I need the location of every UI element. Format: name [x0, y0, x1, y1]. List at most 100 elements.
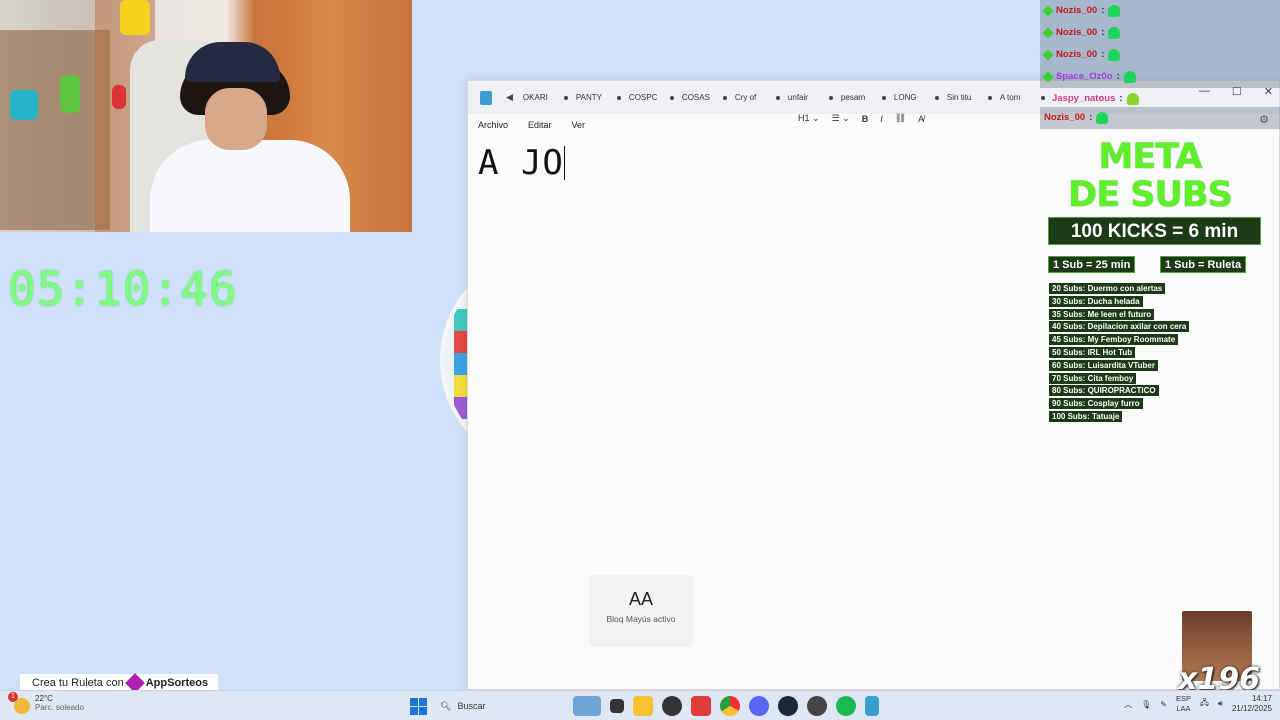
bold-icon[interactable]: B [862, 114, 869, 124]
tab-item[interactable]: pesarn [841, 93, 894, 102]
text-editor[interactable]: A JO [478, 143, 565, 183]
start-button[interactable] [410, 697, 427, 715]
menu-archivo[interactable]: Archivo [478, 120, 508, 130]
chat-separator: : [1089, 112, 1093, 124]
lang-top: ESP [1175, 694, 1191, 703]
clock[interactable]: 14:17 21/12/2025 [1232, 694, 1272, 714]
lang-bottom: LAA [1176, 704, 1191, 713]
clear-format-icon[interactable]: A̸ [918, 114, 924, 124]
weather-temp: 22°C [35, 694, 53, 703]
caps-lock-indicator: AA Bloq Mayús activo [589, 575, 693, 647]
tab-item[interactable]: Sin titu [947, 93, 1000, 102]
emote-icon [1126, 92, 1139, 105]
tab-item[interactable]: OKARI [523, 93, 576, 102]
chat-message: Nozis_00: [1040, 107, 1280, 129]
badge-icon [1042, 5, 1054, 17]
tab-label: COSAS [681, 93, 710, 102]
widgets-icon[interactable] [573, 696, 601, 716]
sub-goal-title-line2: DE SUBS [1068, 175, 1233, 215]
editor-text: A JO [478, 143, 564, 183]
chat-message: Space_Oz0o: [1040, 66, 1280, 88]
italic-icon[interactable]: I [880, 114, 883, 124]
chat-message: Nozis_00: [1040, 44, 1280, 66]
weather-widget[interactable]: 1 22°C Parc. soleado [8, 692, 84, 714]
app-dark-icon[interactable] [807, 696, 827, 716]
webcam-toy [10, 90, 38, 120]
notepad-taskbar-icon[interactable] [865, 696, 879, 716]
discord-icon[interactable] [749, 696, 769, 716]
chat-message: Nozis_00: [1040, 0, 1280, 22]
goal-item: 80 Subs: QUIROPRACTICO [1049, 385, 1159, 397]
menu-ver[interactable]: Ver [572, 120, 586, 130]
chrome-icon[interactable] [720, 696, 740, 716]
goal-item: 100 Subs: Tatuaje [1049, 410, 1123, 422]
steam-icon[interactable] [778, 696, 798, 716]
webcam-toy [112, 85, 126, 109]
tab-item[interactable]: LONG [894, 93, 947, 102]
tab-strip: OKARI PANTY COSPC COSAS Cry of unfair pe… [523, 93, 1053, 102]
webcam-toy [120, 0, 150, 35]
app-red-icon[interactable] [691, 696, 711, 716]
notepad-icon [480, 90, 492, 105]
search-placeholder: Buscar [457, 701, 486, 711]
spotify-icon[interactable] [836, 696, 856, 716]
goal-item: 20 Subs: Duermo con alertas [1049, 283, 1166, 294]
kicks-banner: 100 KICKS = 6 min [1048, 217, 1261, 245]
task-view-icon[interactable] [610, 699, 624, 713]
badge-icon [1042, 71, 1054, 83]
goal-item: 90 Subs: Cosplay furro [1049, 398, 1143, 410]
pen-icon[interactable]: ✎ [1160, 700, 1167, 709]
goal-list: 20 Subs: Duermo con alertas 30 Subs: Duc… [1049, 283, 1190, 424]
taskbar: 1 22°C Parc. soleado 🔍︎ Buscar ︿ 🎙︎ ✎ ESP… [0, 690, 1280, 720]
volume-icon[interactable]: 🔊︎ [1218, 699, 1223, 709]
emote-icon [1108, 48, 1121, 61]
wheel-segment [454, 353, 468, 375]
file-explorer-icon[interactable] [633, 696, 653, 716]
unsaved-dot-icon [563, 95, 568, 100]
webcam-shelf [0, 30, 110, 230]
unsaved-dot-icon [775, 95, 780, 100]
system-tray: ︿ 🎙︎ ✎ ESP LAA 🖧 🔊︎ 14:17 21/12/2025 [1124, 694, 1272, 714]
chat-overlay: Nozis_00: Nozis_00: Nozis_00: Space_Oz0o… [1040, 0, 1280, 129]
chat-separator: : [1116, 71, 1120, 83]
unsaved-dot-icon [934, 95, 939, 100]
obs-icon[interactable] [662, 696, 682, 716]
caps-lock-glyph: AA [628, 589, 653, 609]
goal-item: 45 Subs: My Femboy Roommate [1049, 334, 1179, 346]
text-caret [563, 146, 565, 180]
search-box[interactable]: 🔍︎ Buscar [436, 695, 564, 717]
list-dropdown-icon[interactable]: ☰ ⌄ [832, 113, 850, 124]
webcam-person-face [205, 88, 267, 150]
tab-label: A tom [999, 93, 1021, 102]
tab-label: OKARI [522, 93, 548, 102]
heading-dropdown[interactable]: H1 ⌄ [798, 113, 820, 124]
format-toolbar: H1 ⌄ ☰ ⌄ B I ⛓ A̸ [798, 113, 924, 124]
chat-message: Nozis_00: [1040, 22, 1280, 44]
goal-item: 30 Subs: Ducha helada [1049, 295, 1143, 307]
tab-item[interactable]: COSPC [629, 93, 682, 102]
menu-editar[interactable]: Editar [528, 120, 552, 130]
tab-scroll-left-icon[interactable]: ◀ [506, 92, 513, 103]
emote-icon [1096, 111, 1109, 124]
link-icon[interactable]: ⛓ [895, 113, 906, 124]
network-icon[interactable]: 🖧 [1200, 697, 1209, 711]
tab-item[interactable]: COSAS [682, 93, 735, 102]
webcam-toy [60, 75, 80, 113]
goal-item: 70 Subs: Cita femboy [1049, 372, 1137, 384]
chat-username: Nozis_00 [1056, 49, 1098, 61]
tab-item[interactable]: PANTY [576, 93, 629, 102]
tab-item[interactable]: Cry of [735, 93, 788, 102]
taskbar-apps: 🔍︎ Buscar [410, 695, 879, 717]
tab-item[interactable]: unfair [788, 93, 841, 102]
wheel-segment [454, 375, 468, 397]
badge-icon [1042, 27, 1054, 39]
microphone-icon[interactable]: 🎙︎ [1141, 700, 1151, 709]
unsaved-dot-icon [722, 95, 727, 100]
language-indicator[interactable]: ESP LAA [1176, 694, 1191, 714]
tab-label: pesarn [840, 93, 866, 102]
chat-separator: : [1101, 27, 1105, 39]
badge-icon [1042, 49, 1054, 61]
tab-label: PANTY [575, 93, 602, 102]
webcam-person-body [150, 140, 350, 232]
tray-expand-icon[interactable]: ︿ [1124, 699, 1132, 710]
